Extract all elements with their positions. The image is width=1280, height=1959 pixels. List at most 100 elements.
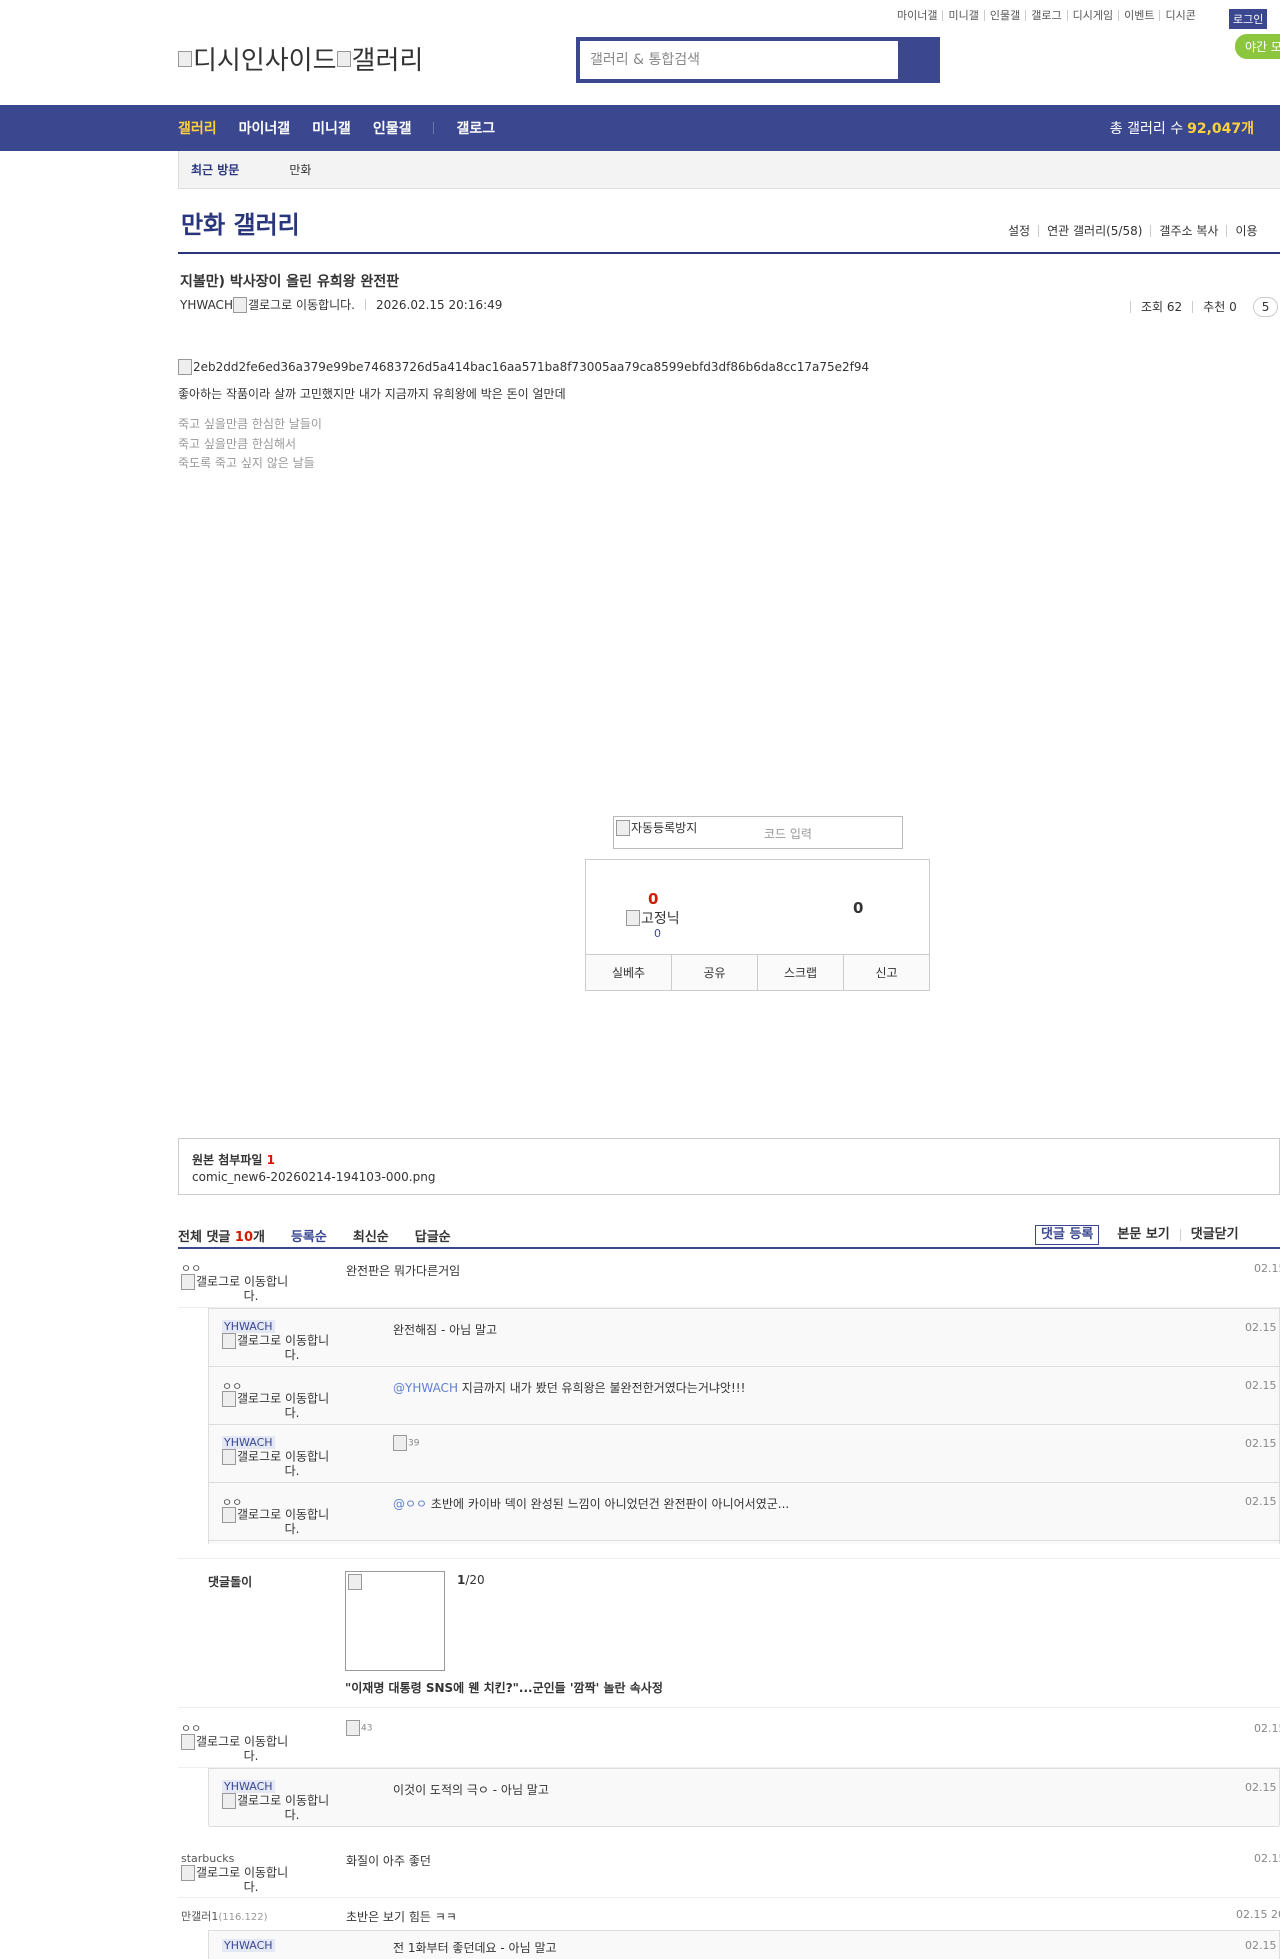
nav-item-mini[interactable]: 미니갤 [312, 118, 351, 138]
post-body-signature: 죽고 싶을만큼 한심한 날들이 [178, 417, 322, 431]
util-link-game[interactable]: 디시게임 [1066, 10, 1118, 21]
reply-list: YHWACH 전 1화부터 좋던데요 - 아님 말고 02.15 2 [208, 1930, 1280, 1959]
util-link-person[interactable]: 인물갤 [983, 10, 1025, 21]
post-body-signature: 죽도록 죽고 싶지 않은 날들 [178, 456, 315, 470]
broken-image-icon [222, 1793, 236, 1809]
gallery-count-label: 총 갤러리 수 [1109, 121, 1184, 137]
comments-total: 전체 댓글 10개 [178, 1226, 265, 1245]
gallery-count-value: 92,047개 [1187, 121, 1254, 137]
reply-mention[interactable]: @YHWACH [393, 1381, 458, 1395]
comment-row: ㅇㅇ 갤로그로 이동합니다. 완전판은 뭐가다른거임 02.15 [178, 1250, 1280, 1308]
write-comment-button[interactable]: 댓글 등록 [1035, 1225, 1100, 1245]
reply-nick[interactable]: YHWACH [222, 1436, 275, 1449]
utility-nav: 마이너갤 미니갤 인물갤 갤로그 디시게임 이벤트 디시콘 [892, 10, 1201, 21]
sort-by-registration[interactable]: 등록순 [291, 1226, 327, 1245]
view-post-button[interactable]: 본문 보기 [1107, 1228, 1179, 1241]
gallog-link[interactable]: 갤로그로 이동합니 다. [181, 1865, 321, 1893]
meta-divider [364, 299, 366, 310]
gallog-link[interactable]: 갤로그로 이동합니 다. [181, 1274, 321, 1302]
post-image[interactable]: 2eb2dd2fe6ed36a379e99be74683726d5a414bac… [178, 359, 869, 375]
broken-image-icon [222, 1507, 236, 1523]
gallog-link-text: 갤로그로 이동합니 [237, 1793, 330, 1808]
post-author[interactable]: YHWACH [180, 298, 233, 312]
gallog-icon[interactable] [232, 296, 247, 313]
comment-text: 완전판은 뭐가다른거임 [346, 1264, 461, 1278]
comments-total-count: 10 [234, 1229, 253, 1245]
post-stats: 조회 62 추천 0 5 [1130, 297, 1279, 317]
recommend-up-count[interactable]: 0 [648, 890, 658, 908]
news-thumbnail[interactable] [345, 1571, 445, 1671]
util-link-dcon[interactable]: 디시콘 [1159, 10, 1200, 21]
share-button[interactable]: 공유 [671, 955, 757, 990]
util-link-gallog[interactable]: 갤로그 [1025, 10, 1066, 21]
login-button[interactable]: 로그인 [1229, 9, 1268, 29]
reply-row: YHWACH 갤로그로 이동합니 다. 이것이 도적의 극ㅇ - 아님 말고 02… [209, 1769, 1280, 1827]
comment-bot-label: 댓글돌이 [208, 1575, 253, 1589]
gallog-link-text: 다. [284, 1406, 300, 1420]
comments-header: 전체 댓글 10개 등록순 최신순 답글순 댓글 등록 본문 보기 댓글닫기 [178, 1220, 1280, 1250]
attachment-file-link[interactable]: comic_new6-20260214-194103-000.png [192, 1170, 435, 1184]
news-headline[interactable]: "이재명 대통령 SNS에 웬 치킨?"...군인들 '깜짝' 놀란 속사정 [345, 1679, 663, 1696]
broken-image-icon [348, 1574, 362, 1590]
gallog-link-text: 다. [284, 1464, 300, 1478]
util-link-mini[interactable]: 미니갤 [942, 10, 983, 21]
nav-item-minor[interactable]: 마이너갤 [239, 118, 291, 138]
recent-visit-item[interactable]: 만화 [289, 161, 311, 178]
night-mode-button[interactable]: 야간 모드 [1235, 34, 1280, 59]
nav-item-gallog[interactable]: 갤로그 [456, 118, 495, 138]
post-body-text: 좋아하는 작품이라 살까 고민했지만 내가 지금까지 유희왕에 박은 돈이 얼만… [178, 387, 566, 401]
site-logo[interactable]: 디시인사이드 갤러리 [178, 40, 423, 77]
gallog-link-text: 다. [284, 1348, 300, 1362]
comments-total-unit: 개 [253, 1229, 265, 1245]
gallog-link[interactable]: 갤로그로 이동합니 다. [222, 1793, 362, 1821]
reply-nick[interactable]: YHWACH [222, 1780, 275, 1793]
copy-address-link[interactable]: 갤주소 복사 [1150, 225, 1226, 237]
related-galleries-link[interactable]: 연관 갤러리(5/58) [1038, 225, 1150, 237]
comment-row: ㅇㅇ 갤로그로 이동합니다. 43 02.15 [178, 1710, 1280, 1768]
gallery-tools: 설정 연관 갤러리(5/58) 갤주소 복사 이용 [1000, 225, 1266, 237]
post-image-alt: 2eb2dd2fe6ed36a379e99be74683726d5a414bac… [193, 360, 870, 374]
fixed-nick-alt: 고정닉 [641, 911, 680, 927]
recommend-down-count[interactable]: 0 [853, 899, 863, 917]
gallog-link[interactable]: 갤로그로 이동합니 다. [222, 1391, 362, 1419]
comment-count-pill[interactable]: 5 [1252, 297, 1279, 317]
gallog-link[interactable]: 갤로그로 이동합니 다. [222, 1507, 362, 1535]
search-input[interactable]: 갤러리 & 통합검색 [580, 41, 898, 79]
gallog-link-text: 다. [243, 1289, 259, 1303]
recommend-box: 0 고정닉 0 0 실베추 공유 스크랩 신고 [585, 859, 930, 991]
gallery-title[interactable]: 만화 갤러리 [181, 205, 300, 240]
gallog-link[interactable]: 갤로그로 이동합니 다. [222, 1333, 362, 1361]
comment-bot-box: 댓글돌이 1/20 "이재명 대통령 SNS에 웬 치킨?"...군인들 '깜짝… [178, 1558, 1280, 1708]
sort-by-replies[interactable]: 답글순 [415, 1226, 451, 1245]
recent-visits-label[interactable]: 최근 방문 [191, 161, 239, 178]
settings-link[interactable]: 설정 [1000, 225, 1038, 237]
captcha-input[interactable]: 코드 입력 [764, 825, 812, 842]
broken-image-icon [336, 50, 351, 67]
comment-nick[interactable]: 만갤러1(116.122) [181, 1908, 268, 1924]
best-recommend-button[interactable]: 실베추 [586, 955, 671, 990]
comments-total-label: 전체 댓글 [178, 1229, 231, 1245]
reply-dccon-image: 39 [393, 1435, 419, 1451]
comment-date: 02.15 [1254, 1262, 1280, 1275]
broken-image-icon [181, 1865, 195, 1881]
report-button[interactable]: 신고 [843, 955, 929, 990]
usage-link[interactable]: 이용 [1226, 225, 1265, 237]
nav-item-gallery[interactable]: 갤러리 [178, 118, 217, 138]
reply-nick[interactable]: YHWACH [222, 1939, 275, 1952]
sort-by-latest[interactable]: 최신순 [353, 1226, 389, 1245]
nav-item-person[interactable]: 인물갤 [373, 118, 412, 138]
search-button[interactable] [900, 41, 936, 79]
comment-nick[interactable]: starbucks [181, 1852, 234, 1865]
close-comments-button[interactable]: 댓글닫기 [1179, 1228, 1249, 1241]
comment-date: 02.15 [1254, 1722, 1280, 1735]
reply-nick[interactable]: YHWACH [222, 1320, 275, 1333]
scrap-button[interactable]: 스크랩 [757, 955, 843, 990]
util-link-event[interactable]: 이벤트 [1118, 10, 1159, 21]
attachment-count: 1 [266, 1153, 275, 1167]
gallog-link[interactable]: 갤로그로 이동합니 다. [222, 1449, 362, 1477]
util-link-minor[interactable]: 마이너갤 [892, 10, 942, 21]
gallog-link[interactable]: 갤로그로 이동합니 다. [181, 1734, 321, 1762]
broken-image-icon [178, 359, 192, 375]
reply-text: 완전해짐 - 아님 말고 [393, 1323, 498, 1337]
reply-mention[interactable]: @ㅇㅇ [393, 1497, 427, 1511]
